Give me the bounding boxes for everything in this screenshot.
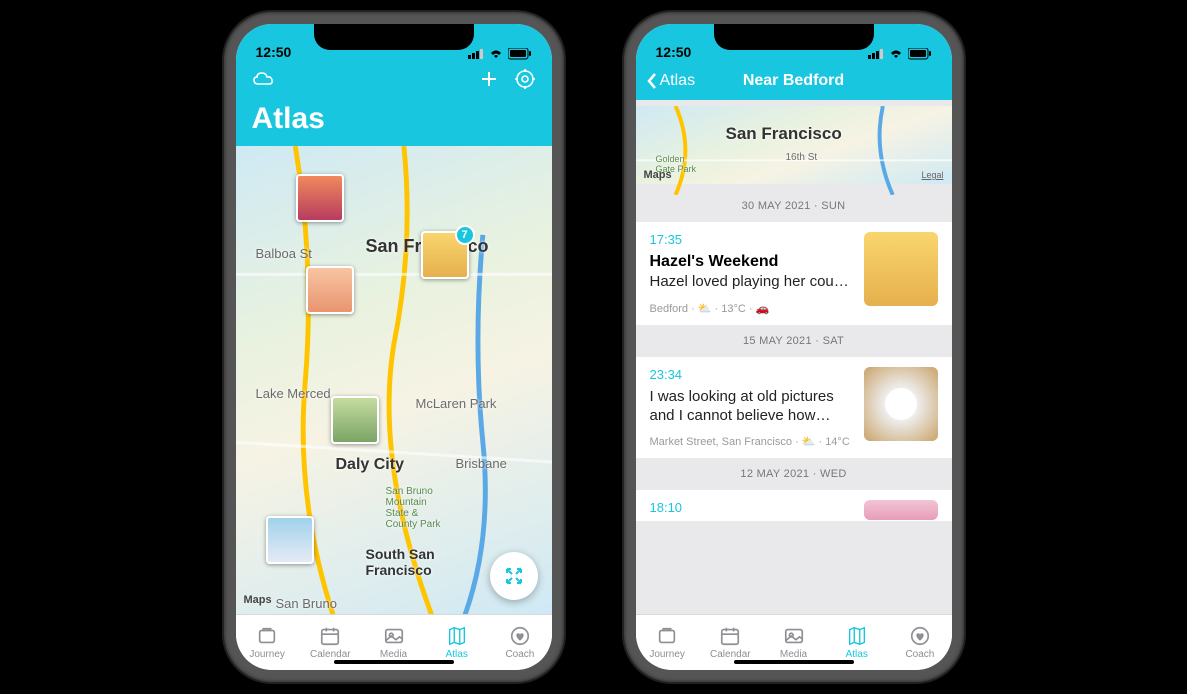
phone-mockup-atlas: 12:50 Atlas: [224, 12, 564, 682]
tab-journey[interactable]: Journey: [236, 615, 299, 670]
map-label: Lake Merced: [256, 386, 331, 401]
map-label: 16th St: [786, 152, 818, 163]
add-icon[interactable]: [478, 68, 500, 95]
map-label: Brisbane: [456, 456, 507, 471]
mini-map[interactable]: San Francisco 16th St Golden Gate Park M…: [636, 100, 952, 190]
home-indicator: [334, 660, 454, 664]
page-title: Atlas: [252, 102, 536, 136]
entry-text: I was looking at old pictures and I cann…: [650, 388, 852, 426]
status-indicators: [868, 48, 932, 60]
home-indicator: [734, 660, 854, 664]
entries-list[interactable]: San Francisco 16th St Golden Gate Park M…: [636, 100, 952, 614]
tab-label: Calendar: [710, 649, 751, 660]
tab-label: Coach: [905, 649, 934, 660]
notch: [314, 24, 474, 50]
status-time: 12:50: [256, 44, 292, 60]
entry-time: 18:10: [650, 500, 852, 515]
entry-text: Hazel loved playing her cousi…: [650, 273, 852, 292]
entry-meta: Bedford · ⛅ · 13°C · 🚗: [650, 302, 852, 315]
entry-meta: Market Street, San Francisco · ⛅ · 14°C: [650, 435, 852, 448]
header: Atlas Near Bedford: [636, 62, 952, 100]
map-photo-thumb[interactable]: [331, 396, 379, 444]
legal-link[interactable]: Legal: [921, 170, 943, 180]
map-label: San Bruno Mountain State & County Park: [386, 486, 441, 530]
map-label: San Bruno: [276, 596, 337, 611]
entry-title: Hazel's Weekend: [650, 253, 852, 271]
tab-label: Atlas: [846, 649, 868, 660]
status-time: 12:50: [656, 44, 692, 60]
entry-thumb: [864, 232, 938, 306]
tab-label: Journey: [649, 649, 685, 660]
journal-entry[interactable]: 17:35 Hazel's Weekend Hazel loved playin…: [636, 222, 952, 325]
map-photo-thumb[interactable]: [266, 516, 314, 564]
tab-coach[interactable]: Coach: [488, 615, 551, 670]
tab-label: Coach: [505, 649, 534, 660]
tab-label: Atlas: [446, 649, 468, 660]
cloud-icon[interactable]: [252, 70, 276, 93]
journal-entry[interactable]: 18:10: [636, 490, 952, 521]
tab-label: Journey: [249, 649, 285, 660]
date-header: 12 MAY 2021 · WED: [636, 458, 952, 490]
map-photo-thumb[interactable]: [296, 174, 344, 222]
gear-icon[interactable]: [514, 68, 536, 95]
status-indicators: [468, 48, 532, 60]
back-label: Atlas: [660, 72, 696, 90]
map-label: South San Francisco: [366, 546, 435, 578]
maps-attribution: Maps: [244, 594, 272, 606]
date-header: 15 MAY 2021 · SAT: [636, 325, 952, 357]
notch: [714, 24, 874, 50]
maps-attribution: Maps: [644, 169, 672, 181]
map-photo-thumb[interactable]: [306, 266, 354, 314]
entry-thumb: [864, 500, 938, 520]
tab-coach[interactable]: Coach: [888, 615, 951, 670]
entry-time: 17:35: [650, 232, 852, 247]
expand-map-button[interactable]: [490, 552, 538, 600]
map[interactable]: San Francisco Balboa St Lake Merced McLa…: [236, 146, 552, 614]
map-label: McLaren Park: [416, 396, 497, 411]
tab-label: Media: [380, 649, 407, 660]
tab-label: Media: [780, 649, 807, 660]
phone-mockup-near-bedford: 12:50 Atlas Near Bedford San Franc: [624, 12, 964, 682]
page-title: Near Bedford: [743, 72, 844, 90]
tab-journey[interactable]: Journey: [636, 615, 699, 670]
back-button[interactable]: Atlas: [646, 72, 696, 90]
map-label-city: San Francisco: [726, 124, 842, 144]
map-label: Balboa St: [256, 246, 312, 261]
map-photo-thumb[interactable]: 7: [421, 231, 469, 279]
header: Atlas: [236, 62, 552, 146]
thumb-count-badge: 7: [455, 225, 475, 245]
entry-thumb: [864, 367, 938, 441]
entry-time: 23:34: [650, 367, 852, 382]
journal-entry[interactable]: 23:34 I was looking at old pictures and …: [636, 357, 952, 459]
map-label: Daly City: [336, 456, 404, 474]
tab-label: Calendar: [310, 649, 351, 660]
